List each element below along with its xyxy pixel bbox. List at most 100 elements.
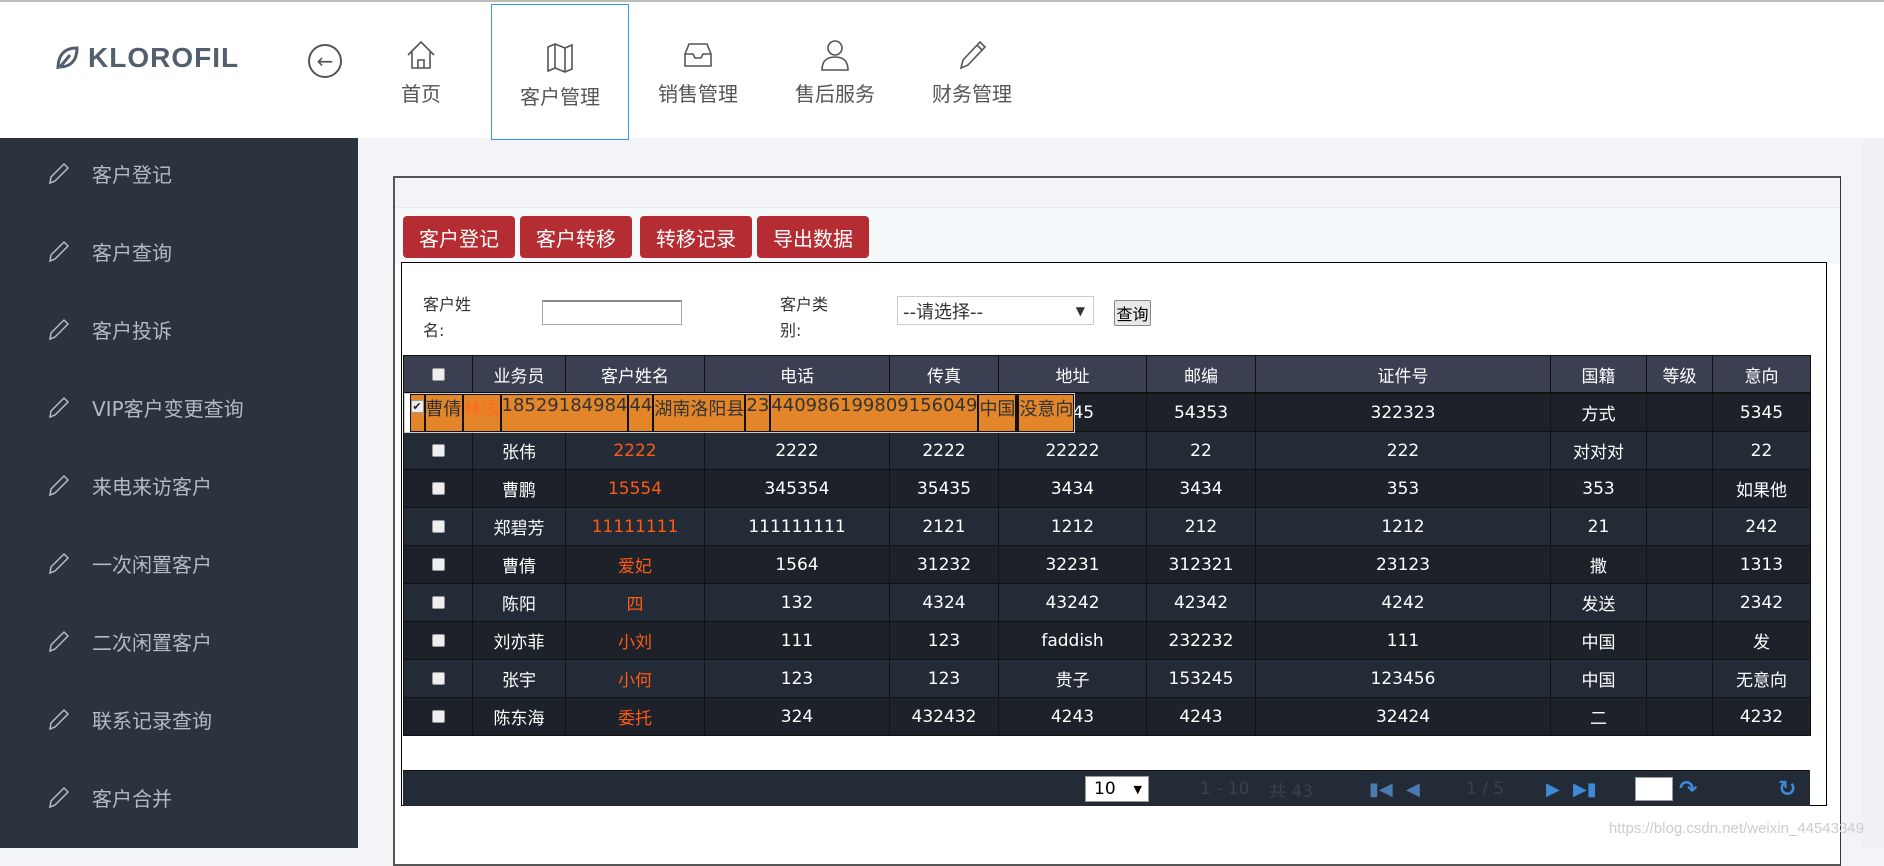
row-select-cell xyxy=(403,507,473,546)
table-cell: 18529184984 xyxy=(500,394,629,432)
customer-name-input[interactable] xyxy=(542,300,682,325)
select-all-checkbox[interactable] xyxy=(431,367,445,381)
sidebar-item[interactable]: 二次闲置客户 xyxy=(0,616,358,666)
nav-finance-management[interactable]: 财务管理 xyxy=(903,2,1041,140)
nav-sales-management[interactable]: 销售管理 xyxy=(629,2,767,140)
row-checkbox[interactable] xyxy=(431,710,445,723)
last-page-icon[interactable]: ▶▮ xyxy=(1573,771,1597,807)
back-arrow-icon[interactable]: ← xyxy=(308,44,342,78)
sidebar-item[interactable]: 联系记录查询 xyxy=(0,694,358,744)
transfer-customer-button[interactable]: 客户转移 xyxy=(520,216,632,258)
column-header[interactable]: 地址 xyxy=(998,355,1147,393)
prev-page-icon[interactable]: ◀ xyxy=(1406,771,1420,807)
table-cell: 撒 xyxy=(1550,545,1647,584)
sidebar-item[interactable]: 客户合并 xyxy=(0,772,358,822)
table-cell: 11111111 xyxy=(565,507,705,546)
row-select-cell xyxy=(403,469,473,508)
table-row[interactable]: ✔ 曹倩 林浅 18529184984 44 湖南洛阳县 23 440986199809156… xyxy=(403,393,1076,433)
logo[interactable]: KLOROFIL xyxy=(54,42,239,74)
table-cell: 54353 xyxy=(1146,393,1256,432)
table-cell: 2342 xyxy=(1712,583,1811,622)
leaf-icon xyxy=(56,46,79,70)
table-cell: 1212 xyxy=(1255,507,1551,546)
refresh-icon[interactable]: ↻ xyxy=(1778,771,1796,807)
goto-page-input[interactable] xyxy=(1635,777,1673,801)
table-cell: 23123 xyxy=(1255,545,1551,584)
table-cell: 232232 xyxy=(1146,621,1256,660)
row-checkbox[interactable] xyxy=(431,672,445,685)
dropdown-arrow-icon: ▼ xyxy=(1133,782,1142,796)
column-header[interactable]: 电话 xyxy=(704,355,890,393)
sidebar-item[interactable]: VIP客户变更查询 xyxy=(0,382,358,432)
sidebar-item[interactable]: 客户查询 xyxy=(0,226,358,276)
page-size-select[interactable]: 10 ▼ xyxy=(1085,776,1149,802)
table-cell: 32231 xyxy=(998,545,1147,584)
goto-page-icon[interactable]: ↷ xyxy=(1679,771,1697,807)
row-checkbox[interactable] xyxy=(431,558,445,571)
customer-type-select[interactable]: --请选择-- ▼ xyxy=(897,296,1094,325)
table-cell: 353 xyxy=(1255,469,1551,508)
table-row[interactable]: 刘亦菲 小刘 111 123 faddish 232232 111 中国发 xyxy=(403,621,1811,660)
table-row[interactable]: 曹鹏 15554 345354 35435 3434 3434 353 353 如果他 xyxy=(403,469,1811,508)
table-cell: 242 xyxy=(1712,507,1811,546)
sidebar-item-label: 客户合并 xyxy=(92,786,172,811)
table-row[interactable]: 郑碧芳 11111111 111111111 2121 1212 212 1212 21 242 xyxy=(403,507,1811,546)
table-row[interactable]: 张宇 小何 123 123 贵子 153245 123456 中国 无意向 xyxy=(403,659,1811,698)
table-cell: 4324 xyxy=(889,583,999,622)
next-page-icon[interactable]: ▶ xyxy=(1546,771,1560,807)
table-cell: 中国 xyxy=(1550,621,1647,660)
table-cell: 张宇 xyxy=(472,659,566,698)
nav-after-sales[interactable]: 售后服务 xyxy=(766,2,904,140)
column-header[interactable]: 意向 xyxy=(1712,355,1811,393)
table-row[interactable]: 陈阳四 132 4324 43242 42342 4242 发送 2342 xyxy=(403,583,1811,622)
table-cell: 43242 xyxy=(998,583,1147,622)
query-button[interactable]: 查询 xyxy=(1114,300,1151,326)
transfer-records-button[interactable]: 转移记录 xyxy=(640,216,752,258)
nav-home[interactable]: 首页 xyxy=(352,2,490,140)
table-cell: 123456 xyxy=(1255,659,1551,698)
row-checkbox[interactable] xyxy=(431,520,445,533)
row-checkbox[interactable] xyxy=(431,634,445,647)
column-header[interactable]: 邮编 xyxy=(1146,355,1256,393)
table-cell: 22 xyxy=(1146,431,1256,470)
table-cell: 陈阳 xyxy=(472,583,566,622)
sidebar-item[interactable]: 客户登记 xyxy=(0,148,358,198)
customer-type-label: 客户类别: xyxy=(780,295,829,340)
nav-customer-management[interactable]: 客户管理 xyxy=(491,4,629,140)
column-header[interactable]: 传真 xyxy=(889,355,999,393)
column-header[interactable]: 证件号 xyxy=(1255,355,1551,393)
table-cell: 345354 xyxy=(704,469,890,508)
table-row[interactable]: 曹倩 爱妃 1564 31232 32231 312321 23123 撒 1313 xyxy=(403,545,1811,584)
table-cell: 发送 xyxy=(1550,583,1647,622)
table-cell: 22222 xyxy=(998,431,1147,470)
column-header[interactable]: 客户姓名 xyxy=(565,355,705,393)
table-cell: 曹鹏 xyxy=(472,469,566,508)
table-row[interactable]: 陈东海 委托 324 432432 4243 4243 32424 二 4232 xyxy=(403,697,1811,736)
page-scrollbar[interactable] xyxy=(1862,138,1884,848)
sidebar-item[interactable]: 客户投诉 xyxy=(0,304,358,354)
column-header[interactable]: 等级 xyxy=(1646,355,1713,393)
register-customer-button[interactable]: 客户登记 xyxy=(403,216,515,258)
toolbar: 客户登记 客户转移 转移记录 导出数据 xyxy=(395,208,1840,264)
row-checkbox[interactable]: ✔ xyxy=(410,399,424,413)
first-page-icon[interactable]: ▮◀ xyxy=(1369,771,1393,807)
table-cell: 对对对 xyxy=(1550,431,1647,470)
logo-text: KLOROFIL xyxy=(88,42,240,73)
row-select-cell xyxy=(403,621,473,660)
column-header[interactable]: 业务员 xyxy=(472,355,566,393)
table-cell xyxy=(1646,393,1713,432)
export-data-button[interactable]: 导出数据 xyxy=(757,216,869,258)
sidebar-item[interactable]: 来电来访客户 xyxy=(0,460,358,510)
row-checkbox[interactable] xyxy=(431,444,445,457)
row-checkbox[interactable] xyxy=(431,596,445,609)
sidebar-item[interactable]: 一次闲置客户 xyxy=(0,538,358,588)
table-cell: 二 xyxy=(1550,697,1647,736)
column-header[interactable]: 国籍 xyxy=(1550,355,1647,393)
table-cell: 2222 xyxy=(565,431,705,470)
table-cell: 111111111 xyxy=(704,507,890,546)
table-row[interactable]: 张伟 2222 2222 2222 22222 22 222 对对对 22 xyxy=(403,431,1811,470)
table-cell: 曹倩 xyxy=(424,394,463,432)
table-cell: 刘亦菲 xyxy=(472,621,566,660)
row-checkbox[interactable] xyxy=(431,482,445,495)
sidebar-item-label: 客户查询 xyxy=(92,240,172,265)
